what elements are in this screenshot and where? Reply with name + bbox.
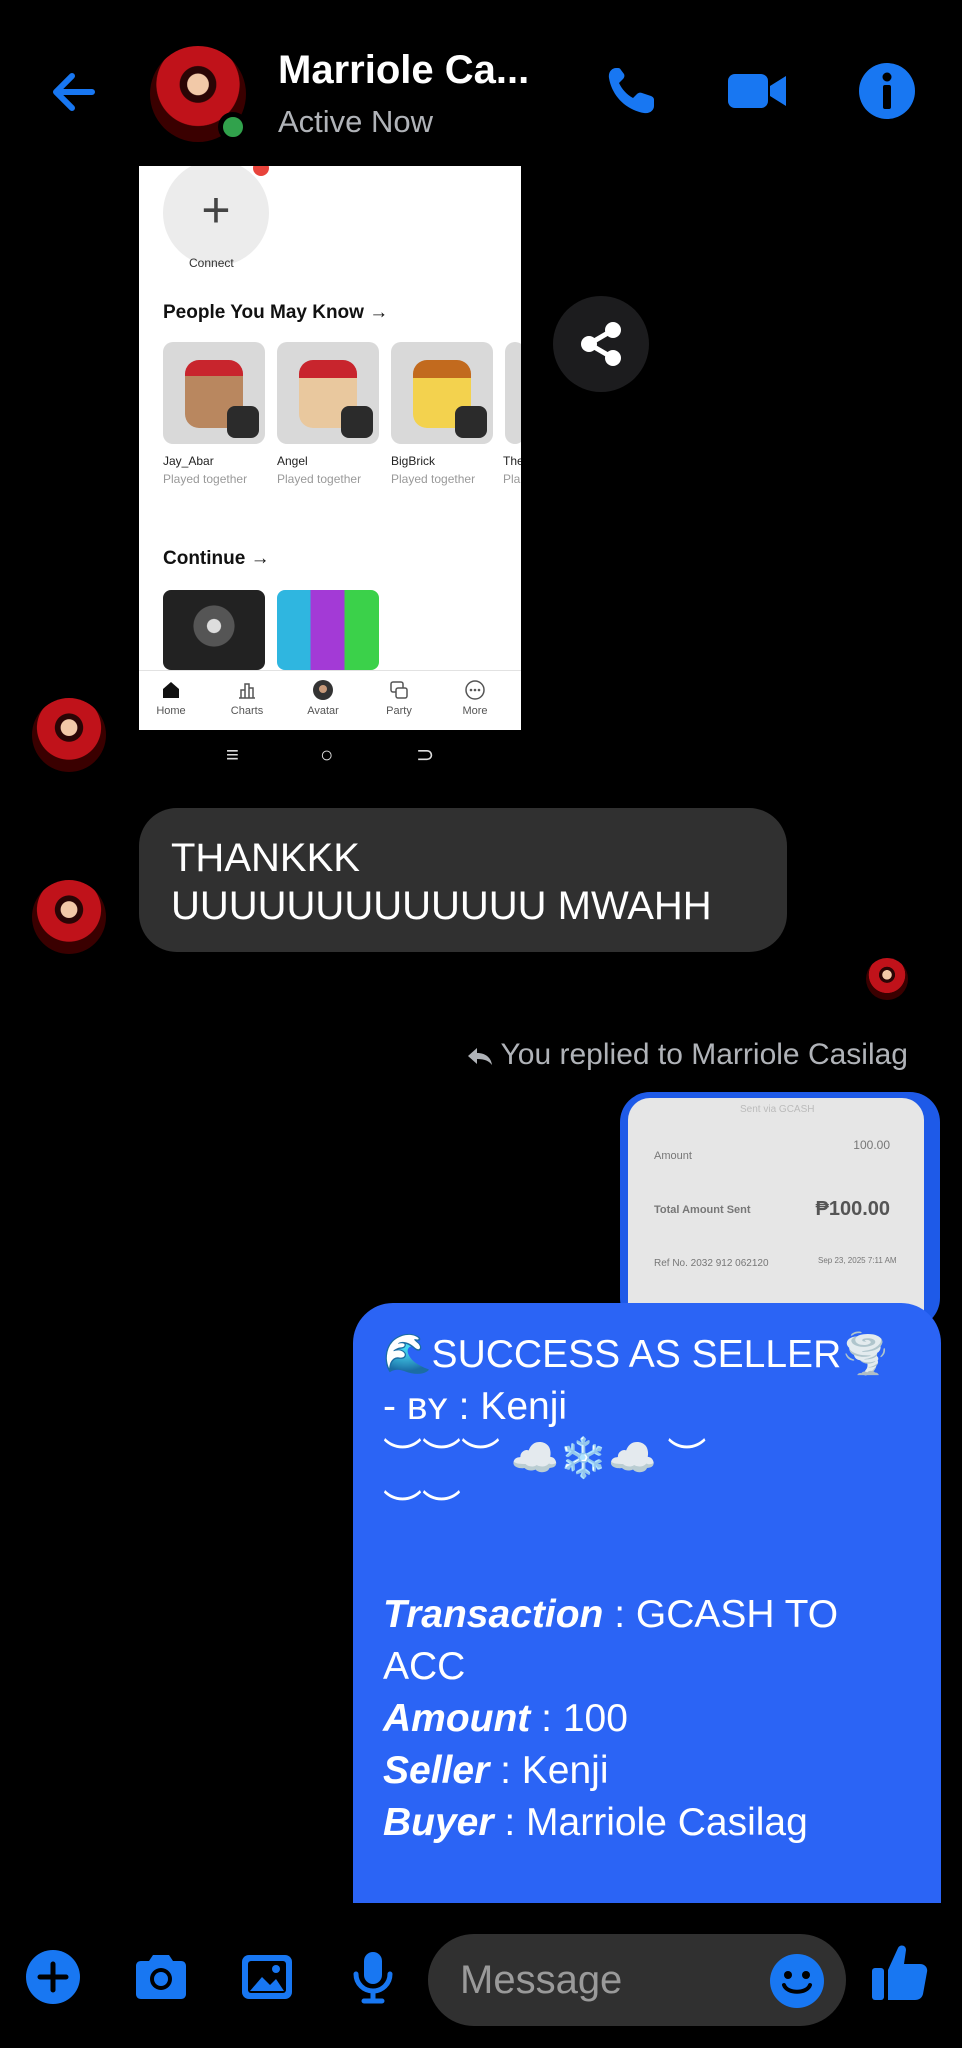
nav-charts: Charts [217, 679, 277, 717]
nav-party: Party [369, 679, 429, 717]
seen-indicator-avatar [866, 958, 908, 1000]
emoji-icon[interactable] [768, 1952, 826, 2010]
chat-header: Marriole Ca... Active Now [0, 0, 962, 160]
contact-name[interactable]: Marriole Ca... [278, 48, 529, 93]
message-text-line: ︶︶︶ ☁️❄️☁️ ︶ [383, 1437, 707, 1480]
transaction-value-cont: ACC [383, 1645, 466, 1688]
video-call-icon[interactable] [724, 58, 790, 124]
share-image-button[interactable] [553, 296, 649, 392]
receipt-date: Sep 23, 2025 7:11 AM [818, 1256, 897, 1265]
gallery-icon[interactable] [236, 1946, 298, 2008]
message-text-line: THANKKK [171, 836, 360, 880]
friend-subtitle: Pla [503, 472, 521, 486]
outgoing-message-bubble[interactable]: 🌊SUCCESS AS SELLER🌪️ - ʙʏ : Kenji ︶︶︶ ☁️… [353, 1303, 941, 1903]
amount-value: : 100 [530, 1697, 628, 1740]
friend-name: Angel [277, 454, 308, 468]
microphone-icon[interactable] [342, 1946, 404, 2008]
message-text-line: - ʙʏ : Kenji [383, 1385, 568, 1428]
connect-label: Connect [189, 256, 234, 270]
more-icon [465, 680, 485, 700]
buyer-value: : Marriole Casilag [493, 1801, 808, 1844]
friend-name: The [503, 454, 521, 468]
friend-card [277, 342, 379, 444]
online-status-dot [218, 112, 248, 142]
add-friend-icon [227, 406, 259, 438]
reply-context: You replied to Marriole Casilag [420, 1038, 908, 1072]
info-icon[interactable] [854, 58, 920, 124]
seller-value: : Kenji [489, 1749, 609, 1792]
reply-arrow-icon [467, 1048, 492, 1066]
receipt-amount-label: Amount [654, 1150, 692, 1162]
message-composer [0, 1906, 962, 2048]
friend-name: Jay_Abar [163, 454, 214, 468]
continue-title: Continue → [163, 548, 270, 569]
message-text-line: ︶︶ [383, 1489, 462, 1532]
nav-label: More [462, 705, 488, 717]
people-you-may-know-title: People You May Know → [163, 302, 389, 323]
plus-icon[interactable] [22, 1946, 84, 2008]
shared-screenshot-image[interactable]: + Connect People You May Know → Jay_Abar… [139, 166, 521, 730]
message-text-line: 🌊SUCCESS AS SELLER🌪️ [383, 1333, 890, 1376]
receipt-header: Sent via GCASH [740, 1104, 815, 1115]
friend-card [505, 342, 521, 444]
message-text-line: UUUUUUUUUUUUU MWAHH [171, 884, 712, 928]
phone-call-icon[interactable] [598, 58, 664, 124]
contact-status: Active Now [278, 104, 434, 139]
nav-label: Charts [230, 705, 264, 717]
home-icon [163, 682, 179, 698]
friend-card [163, 342, 265, 444]
transaction-line: Transaction : GCASH TO [383, 1589, 911, 1641]
add-friend-icon [455, 406, 487, 438]
camera-icon[interactable] [130, 1946, 192, 2008]
system-nav-home-icon: ○ [320, 742, 334, 767]
receipt-total-label: Total Amount Sent [654, 1204, 751, 1216]
connect-plus-icon: + [163, 166, 269, 266]
nav-label: Home [156, 705, 186, 717]
buyer-label: Buyer [383, 1801, 494, 1844]
notification-dot [253, 166, 269, 176]
amount-line: Amount : 100 [383, 1693, 911, 1745]
nav-home: Home [141, 679, 201, 717]
game-thumbnail [163, 590, 265, 670]
seller-line: Seller : Kenji [383, 1745, 911, 1797]
game-thumbnail [277, 590, 379, 670]
buyer-line: Buyer : Marriole Casilag [383, 1797, 911, 1849]
nav-label: Avatar [307, 705, 339, 717]
contact-avatar-small[interactable] [32, 880, 106, 954]
contact-avatar-small[interactable] [32, 698, 106, 772]
system-nav-back-icon: ⊃ [416, 742, 435, 767]
reply-note-text: You replied to Marriole Casilag [500, 1038, 908, 1071]
charts-icon [239, 683, 255, 699]
thumbs-up-icon[interactable] [868, 1940, 930, 2006]
avatar-icon [313, 680, 333, 700]
friend-subtitle: Played together [277, 472, 362, 486]
party-icon [390, 681, 408, 699]
add-friend-icon [341, 406, 373, 438]
nav-more: More [445, 679, 505, 717]
friend-subtitle: Played together [163, 472, 248, 486]
friend-subtitle: Played together [391, 472, 476, 486]
friend-name: BigBrick [391, 454, 436, 468]
incoming-message-bubble[interactable]: THANKKK UUUUUUUUUUUUU MWAHH [139, 808, 787, 952]
transaction-label: Transaction [383, 1593, 604, 1636]
share-icon [581, 322, 621, 366]
app-bottom-nav: Home Charts Avatar Party More [139, 670, 521, 730]
replied-receipt-image[interactable]: Sent via GCASH Amount 100.00 Total Amoun… [620, 1092, 940, 1328]
receipt-card: Sent via GCASH Amount 100.00 Total Amoun… [628, 1098, 924, 1328]
receipt-amount-value: 100.00 [853, 1138, 890, 1152]
nav-avatar: Avatar [293, 679, 353, 717]
amount-label: Amount [383, 1697, 531, 1740]
receipt-total-value: ₱100.00 [815, 1198, 890, 1220]
transaction-value: : GCASH TO [603, 1593, 839, 1636]
nav-label: Party [386, 705, 412, 717]
seller-label: Seller [383, 1749, 490, 1792]
friend-card [391, 342, 493, 444]
system-nav-menu-icon: ≡ [226, 742, 239, 767]
back-arrow-icon[interactable] [44, 62, 104, 122]
receipt-ref: Ref No. 2032 912 062120 [654, 1258, 769, 1269]
